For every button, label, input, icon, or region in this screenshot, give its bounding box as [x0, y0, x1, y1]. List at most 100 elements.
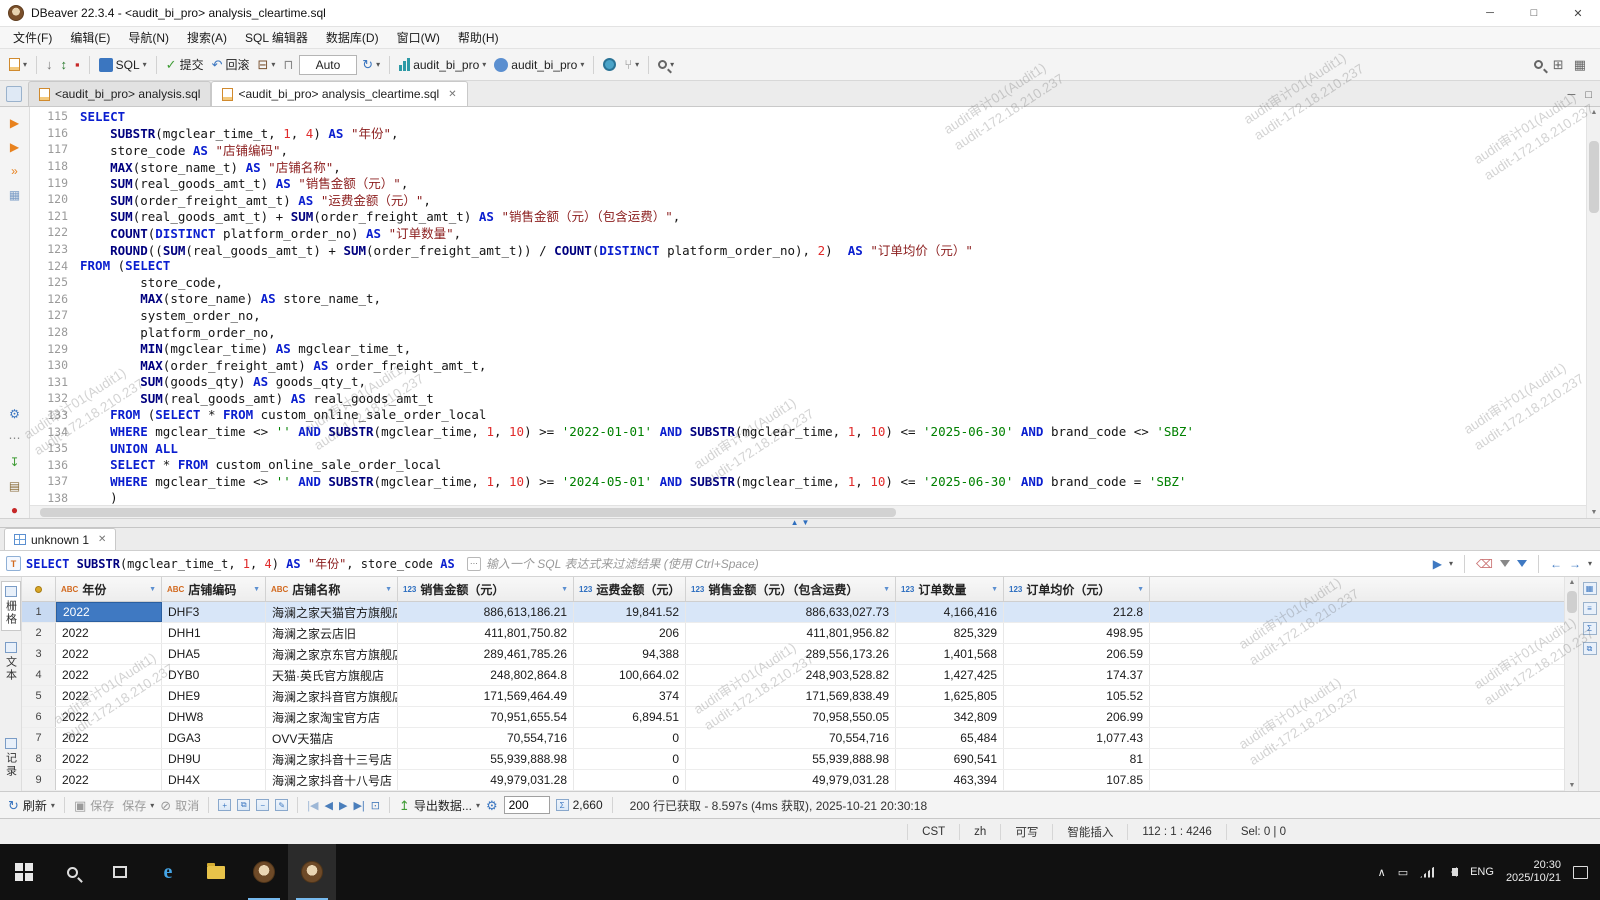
refresh-button[interactable]: ↻刷新▾	[8, 797, 55, 814]
navigator-sync-button[interactable]	[600, 56, 619, 73]
open-filter-editor-icon[interactable]: ⋯	[467, 557, 481, 571]
table-row[interactable]: 62022DHW8海澜之家淘宝官方店70,951,655.546,894.517…	[22, 707, 1564, 728]
column-header-1[interactable]: ABC店铺编码▼	[162, 577, 266, 601]
cell[interactable]: 171,569,464.49	[398, 686, 574, 706]
table-row[interactable]: 32022DHA5海澜之家京东官方旗舰店289,461,785.2694,388…	[22, 644, 1564, 665]
filter-caret-icon[interactable]: ▼	[385, 586, 392, 593]
refresh-schedule-button[interactable]: ↻▾	[359, 56, 383, 73]
cell[interactable]: 70,958,550.05	[686, 707, 896, 727]
table-row[interactable]: 72022DGA3OVV天猫店70,554,716070,554,71665,4…	[22, 728, 1564, 749]
export-data-button[interactable]: ↥导出数据...▾	[399, 797, 480, 814]
cell[interactable]: 海澜之家天猫官方旗舰店	[266, 602, 398, 622]
last-row-icon[interactable]: ▶|	[353, 799, 364, 812]
menu-item-database[interactable]: 数据库(D)	[317, 27, 388, 48]
tray-display-icon[interactable]: ▭	[1398, 866, 1408, 879]
taskbar-app-dbeaver-1[interactable]	[240, 844, 288, 900]
cell[interactable]: 2022	[56, 770, 162, 790]
editor-vertical-scrollbar[interactable]: ▲ ▼	[1586, 107, 1600, 518]
taskbar-search-button[interactable]	[48, 844, 96, 900]
cell[interactable]: 342,809	[896, 707, 1004, 727]
pin-icon[interactable]: ●	[6, 501, 23, 518]
record-toggle[interactable]: 记录	[1, 733, 21, 783]
cell[interactable]: 411,801,956.82	[686, 623, 896, 643]
cell[interactable]: DH4X	[162, 770, 266, 790]
filter-placeholder[interactable]: 输入一个 SQL 表达式来过滤结果 (使用 Ctrl+Space)	[486, 555, 1428, 572]
view-tab-grid[interactable]: 栅格	[1, 581, 21, 631]
cell[interactable]: 2022	[56, 707, 162, 727]
script-errors-button[interactable]: ▪	[72, 56, 83, 73]
apply-filter-icon[interactable]: ▶	[1433, 557, 1442, 571]
cell[interactable]: 206.59	[1004, 644, 1150, 664]
cell[interactable]: 81	[1004, 749, 1150, 769]
auto-commit-box[interactable]: Auto	[299, 55, 358, 75]
results-tab-unknown1[interactable]: unknown 1 ✕	[4, 528, 116, 550]
cell[interactable]: 2022	[56, 623, 162, 643]
tab-analysis-sql[interactable]: <audit_bi_pro> analysis.sql	[28, 81, 211, 106]
column-header-4[interactable]: 123运费金额（元）▼	[574, 577, 686, 601]
cell[interactable]: 2022	[56, 665, 162, 685]
edit-row-icon[interactable]: ✎	[275, 799, 288, 811]
cell[interactable]: 2022	[56, 749, 162, 769]
duplicate-row-icon[interactable]: ⧉	[237, 799, 250, 811]
filter-caret-icon[interactable]: ▼	[149, 586, 156, 593]
scroll-up-icon[interactable]: ▲	[1565, 579, 1579, 586]
tab-analysis-cleartime-sql[interactable]: <audit_bi_pro> analysis_cleartime.sql ✕	[211, 81, 467, 106]
taskbar-app-ie[interactable]: e	[144, 844, 192, 900]
table-row[interactable]: 82022DH9U海澜之家抖音十三号店55,939,888.98055,939,…	[22, 749, 1564, 770]
cell[interactable]: 105.52	[1004, 686, 1150, 706]
cell[interactable]: 1,427,425	[896, 665, 1004, 685]
maximize-button[interactable]: □	[1512, 0, 1556, 26]
cell[interactable]: 174.37	[1004, 665, 1150, 685]
cell[interactable]: DHE9	[162, 686, 266, 706]
column-header-0[interactable]: ABC年份▼	[56, 577, 162, 601]
cell[interactable]: 49,979,031.28	[398, 770, 574, 790]
load-script-button[interactable]: ↓	[43, 56, 56, 73]
sql-menu-button[interactable]: SQL▾	[96, 56, 150, 74]
menu-item-file[interactable]: 文件(F)	[4, 27, 61, 48]
cell[interactable]: 248,802,864.8	[398, 665, 574, 685]
statusbar-encoding-locale[interactable]: zh	[959, 824, 1000, 840]
commit-button[interactable]: ✓提交	[163, 54, 207, 75]
cell[interactable]: 825,329	[896, 623, 1004, 643]
nav-forward-icon[interactable]: →	[1569, 557, 1581, 571]
scrollbar-thumb[interactable]	[1589, 141, 1599, 213]
save-button[interactable]: ▣保存保存▾	[74, 797, 154, 814]
filter-caret-icon[interactable]: ▼	[991, 586, 998, 593]
delete-row-icon[interactable]: −	[256, 799, 269, 811]
statusbar-write-status[interactable]: 可写	[1000, 824, 1052, 840]
panel-value-viewer-icon[interactable]: ▦	[1583, 582, 1597, 595]
export-icon[interactable]: ↧	[6, 453, 23, 470]
column-header-5[interactable]: 123销售金额（元）（包含运费）▼	[686, 577, 896, 601]
nav-back-icon[interactable]: ←	[1550, 557, 1562, 571]
taskbar-app-dbeaver-2[interactable]	[288, 844, 336, 900]
cell[interactable]: 690,541	[896, 749, 1004, 769]
next-row-icon[interactable]: ▶	[339, 799, 347, 812]
cell[interactable]: 海澜之家抖音官方旗舰店	[266, 686, 398, 706]
execute-statement-icon[interactable]: ▶	[6, 115, 23, 132]
custom-filter-icon[interactable]	[1517, 560, 1527, 567]
sql-editor[interactable]: 115SELECT116 SUBSTR(mgclear_time_t, 1, 4…	[30, 107, 1586, 518]
minimize-button[interactable]: ─	[1468, 0, 1512, 26]
table-row[interactable]: 22022DHH1海澜之家云店旧411,801,750.82206411,801…	[22, 623, 1564, 644]
minimize-panel-icon[interactable]: ─	[1568, 89, 1576, 101]
explain-plan-icon[interactable]: ▦	[6, 187, 23, 204]
column-header-7[interactable]: 123订单均价（元）▼	[1004, 577, 1150, 601]
row-number[interactable]: 7	[22, 728, 56, 748]
scrollbar-thumb[interactable]	[1567, 591, 1577, 613]
column-header-3[interactable]: 123销售金额（元）▼	[398, 577, 574, 601]
log-book-icon[interactable]: ▤	[6, 477, 23, 494]
chevron-down-icon[interactable]: ▾	[1588, 559, 1592, 568]
menu-item-help[interactable]: 帮助(H)	[449, 27, 508, 48]
cell[interactable]: 171,569,838.49	[686, 686, 896, 706]
cell[interactable]: 海澜之家抖音十八号店	[266, 770, 398, 790]
statusbar-caret-position[interactable]: 112 : 1 : 4246	[1127, 824, 1225, 840]
editor-horizontal-scrollbar[interactable]	[30, 505, 1586, 518]
save-script-button[interactable]: ↕	[58, 56, 71, 73]
cell[interactable]: 2022	[56, 728, 162, 748]
cell[interactable]: 19,841.52	[574, 602, 686, 622]
connection-selector[interactable]: audit_bi_pro▾	[396, 56, 489, 74]
filter-caret-icon[interactable]: ▼	[253, 586, 260, 593]
cancel-button[interactable]: ⊘取消	[160, 797, 199, 814]
code-area[interactable]: 115SELECT116 SUBSTR(mgclear_time_t, 1, 4…	[30, 107, 1586, 505]
restore-panel-icon[interactable]	[6, 86, 22, 102]
